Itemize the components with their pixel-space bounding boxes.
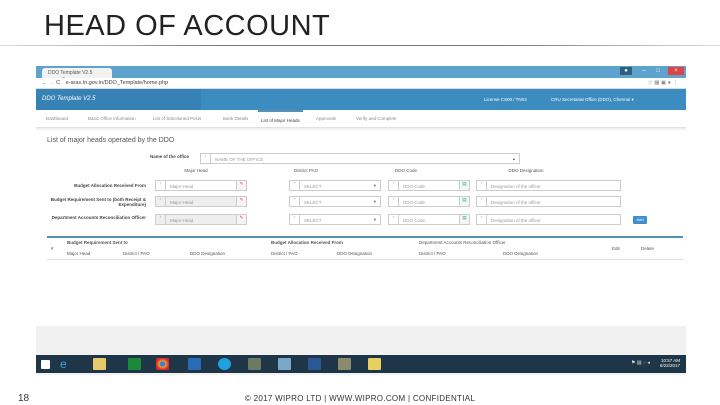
pao-select[interactable]: * SELECT ▾ — [289, 180, 381, 191]
designation-input[interactable]: * Designation of the officer — [476, 214, 621, 225]
row-label-requirement: Budget Requirement Sent to (both Receipt… — [50, 197, 146, 207]
browser-screenshot: DDO Template V2.5 × ● – □ × ← → C e-aras… — [36, 66, 686, 375]
th-designation: DDO Designation — [190, 251, 226, 256]
slide-title: HEAD OF ACCOUNT — [44, 10, 331, 42]
ddo-code-input[interactable]: * DDO Code ▤ — [388, 214, 470, 225]
sticky-notes-icon[interactable] — [368, 358, 381, 370]
nav-tabs: Dashboard Basic Office Information List … — [36, 110, 686, 128]
main-content: List of major heads operated by the DDO … — [36, 130, 686, 326]
designation-input[interactable]: * Designation of the officer — [476, 180, 621, 191]
col-district-pao: District PAO — [293, 168, 319, 173]
group-requirement: Budget Requirement Sent to — [67, 240, 128, 245]
row-label-allocation: Budget Allocation Received From — [74, 183, 146, 188]
tab-title: DDO Template V2.5 — [48, 70, 93, 76]
ddo-code-input[interactable]: * DDO Code ▤ — [388, 180, 470, 191]
user-menu[interactable]: CRU Secretariat Office (DDO), Chennai ▾ — [551, 97, 634, 103]
designation-input[interactable]: * Designation of the officer — [476, 196, 621, 207]
ie-icon[interactable]: e — [60, 358, 73, 370]
major-head-input[interactable]: * Major Head ✎ — [155, 196, 247, 207]
word-icon[interactable] — [308, 358, 321, 370]
license-text: License CS00 / TN03 — [484, 97, 527, 102]
file-explorer-icon[interactable] — [93, 358, 106, 370]
th-delete: Delete — [641, 246, 655, 251]
extension-icons[interactable]: ☆ ▦ ▣ ● ⋮ — [648, 80, 678, 86]
add-button[interactable]: Add — [633, 216, 647, 224]
tab-major-heads[interactable]: List of Major Heads — [258, 110, 303, 128]
windows-taskbar: e ⚑ ▤ ◌ ◂ 10:57 AM 6/22/2017 — [36, 355, 686, 373]
browser-tab[interactable]: DDO Template V2.5 × — [42, 68, 112, 82]
tab-basic-office-info[interactable]: Basic Office Information — [88, 116, 136, 121]
col-major-head: Major Head — [184, 168, 208, 173]
user-icon[interactable]: ● — [620, 67, 632, 75]
skype-icon[interactable] — [218, 358, 231, 370]
th-district: District / PAO — [123, 251, 150, 256]
forward-icon[interactable]: → — [49, 80, 55, 86]
app-icon[interactable] — [248, 358, 261, 370]
group-reconciliation: Department Accounts Reconciliation Offic… — [419, 240, 506, 245]
ddo-code-input[interactable]: * DDO Code ▤ — [388, 196, 470, 207]
major-head-input[interactable]: * Major Head ✎ — [155, 180, 247, 191]
chrome-icon[interactable] — [156, 358, 169, 370]
app-icon[interactable] — [278, 358, 291, 370]
store-icon[interactable] — [128, 358, 141, 370]
browser-tab-bar: DDO Template V2.5 × ● – □ × — [36, 66, 686, 82]
address-bar[interactable]: ← → C e-aras.tn.gov.in/DDO_Template/home… — [36, 78, 686, 89]
th-district: District / PAO — [271, 251, 298, 256]
col-hash: # — [51, 246, 54, 251]
url-text[interactable]: e-aras.tn.gov.in/DDO_Template/home.php — [66, 80, 169, 86]
back-icon[interactable]: ← — [42, 80, 48, 86]
major-head-input[interactable]: * Major Head ✎ — [155, 214, 247, 225]
slide-footer: © 2017 WIPRO LTD | WWW.WIPRO.COM | CONFI… — [244, 394, 476, 403]
tab-approvals[interactable]: Approvals — [316, 116, 336, 121]
tab-sanctioned-posts[interactable]: List of Sanctioned Posts — [153, 116, 201, 121]
tab-bank-details[interactable]: Bank Details — [223, 116, 248, 121]
reload-icon[interactable]: C — [56, 80, 60, 86]
group-allocation: Budget Allocation Received From — [271, 240, 343, 245]
taskbar-clock[interactable]: 10:57 AM 6/22/2017 — [660, 358, 680, 368]
start-icon[interactable] — [41, 360, 50, 369]
th-edit: Edit — [612, 246, 620, 251]
title-divider — [0, 45, 720, 46]
office-label: Name of the office — [150, 154, 190, 159]
tab-dashboard[interactable]: Dashboard — [46, 116, 68, 121]
pao-select[interactable]: * SELECT ▾ — [289, 196, 381, 207]
major-heads-table: # Budget Requirement Sent to Budget Allo… — [47, 236, 683, 260]
page-heading: List of major heads operated by the DDO — [47, 137, 175, 144]
tab-verify[interactable]: Verify and Complete — [356, 116, 397, 121]
app-header: DDO Template V2.5 License CS00 / TN03 CR… — [36, 89, 686, 110]
system-tray-icons[interactable]: ⚑ ▤ ◌ ◂ — [631, 360, 650, 366]
outlook-icon[interactable] — [188, 358, 201, 370]
office-name-select[interactable]: * NAME OF THE OFFICE ▴ — [200, 153, 520, 164]
row-label-reconciliation: Department Accounts Reconciliation Offic… — [51, 215, 146, 220]
minimize-button[interactable]: – — [638, 67, 650, 75]
app-brand[interactable]: DDO Template V2.5 — [36, 89, 201, 110]
col-ddo-code: DDO Code — [394, 168, 417, 173]
th-major-head: Major Head — [67, 251, 91, 256]
col-ddo-designation: DDO Designation — [508, 168, 544, 173]
th-designation: DDO Designation — [337, 251, 373, 256]
close-window-button[interactable]: × — [668, 67, 684, 75]
th-district: District / PAO — [419, 251, 446, 256]
paint-icon[interactable] — [338, 358, 351, 370]
pao-select[interactable]: * SELECT ▾ — [289, 214, 381, 225]
th-designation: DDO Designation — [503, 251, 539, 256]
maximize-button[interactable]: □ — [652, 67, 664, 75]
